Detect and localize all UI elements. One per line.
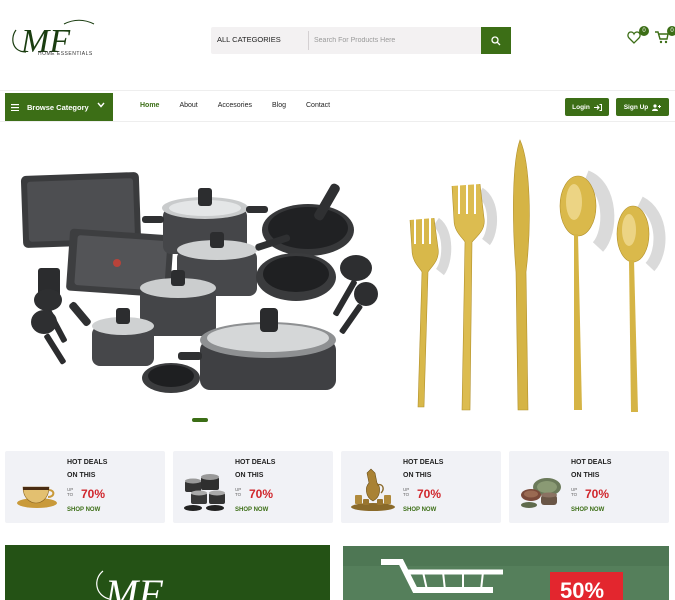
deal-line1: HOT DEALS [403, 459, 444, 466]
main-navbar: Browse Category Home About Accesories Bl… [0, 90, 675, 122]
site-header: MF HOME ESSENTIALS ALL CATEGORIES 0 0 [0, 0, 675, 84]
hero-image [20, 139, 666, 412]
brass-tea-set-image [351, 468, 395, 511]
deal-line1: HOT DEALS [571, 459, 612, 466]
browse-category-button[interactable]: Browse Category [5, 93, 113, 121]
shop-now-link[interactable]: SHOP NOW [67, 507, 100, 513]
brand-tagline: HOME ESSENTIALS [38, 51, 93, 57]
deal-card[interactable]: HOT DEALS ON THIS UP TO 70% SHOP NOW [509, 451, 669, 523]
deal-percent: 70% [585, 487, 610, 501]
search-input[interactable] [314, 31, 474, 50]
category-select[interactable]: ALL CATEGORIES [217, 35, 281, 44]
deal-card[interactable]: HOT DEALS ON THIS UP TO 70% SHOP NOW [173, 451, 333, 523]
search-bar: ALL CATEGORIES [211, 27, 511, 54]
deal-line2: ON THIS [67, 472, 96, 479]
deal-card[interactable]: HOT DEALS ON THIS UP TO 70% SHOP NOW [341, 451, 501, 523]
deal-up-to: UP TO [571, 487, 578, 497]
search-divider [308, 31, 309, 50]
search-icon [491, 35, 501, 45]
deal-line2: ON THIS [403, 472, 432, 479]
deal-line1: HOT DEALS [67, 459, 108, 466]
deal-line1: HOT DEALS [235, 459, 276, 466]
cookware-set-image [184, 474, 225, 511]
login-icon [593, 103, 602, 111]
nav-link-blog[interactable]: Blog [272, 102, 286, 109]
shop-now-link[interactable]: SHOP NOW [235, 507, 268, 513]
login-button[interactable]: Login [565, 98, 609, 116]
slider-indicator[interactable] [192, 418, 208, 422]
nav-link-accessories[interactable]: Accesories [218, 102, 252, 109]
nav-links: Home About Accesories Blog Contact [140, 102, 350, 109]
banner-logo: MF [96, 570, 163, 600]
hero-slider[interactable] [0, 122, 675, 432]
banner-logo-text: MF [104, 571, 163, 600]
deal-percent: 70% [81, 487, 106, 501]
nav-link-home[interactable]: Home [140, 102, 159, 109]
gold-cutlery-illustration [409, 139, 666, 412]
deal-card[interactable]: HOT DEALS ON THIS UP TO 70% SHOP NOW [5, 451, 165, 523]
search-button[interactable] [481, 27, 511, 54]
deal-percent: 70% [417, 487, 442, 501]
nav-link-about[interactable]: About [179, 102, 197, 109]
shop-now-link[interactable]: SHOP NOW [403, 507, 436, 513]
wishlist-count: 0 [639, 26, 649, 36]
chevron-down-icon [97, 102, 105, 108]
promo-banner-left[interactable]: MF [5, 545, 330, 600]
add-user-icon [652, 103, 662, 111]
wishlist-button[interactable]: 0 [627, 26, 649, 51]
deal-up-to: UP TO [403, 487, 410, 497]
cart-count: 0 [667, 26, 675, 36]
browse-category-label: Browse Category [27, 102, 89, 112]
cookware-illustration [20, 172, 378, 393]
sale-badge: 50% [550, 572, 623, 600]
cart-button[interactable]: 0 [655, 26, 675, 51]
deal-up-to: UP TO [235, 487, 242, 497]
tea-cup-set-image [17, 486, 57, 508]
promo-banner-right[interactable]: 50% [343, 546, 669, 600]
signup-button[interactable]: Sign Up [616, 98, 669, 116]
deal-percent: 70% [249, 487, 274, 501]
login-label: Login [572, 103, 590, 111]
deal-line2: ON THIS [571, 472, 600, 479]
deal-up-to: UP TO [67, 487, 74, 497]
shop-now-link[interactable]: SHOP NOW [571, 507, 604, 513]
dinnerware-set-image [521, 478, 561, 508]
deal-line2: ON THIS [235, 472, 264, 479]
menu-icon [11, 103, 19, 111]
nav-link-contact[interactable]: Contact [306, 102, 330, 109]
signup-label: Sign Up [623, 103, 649, 111]
